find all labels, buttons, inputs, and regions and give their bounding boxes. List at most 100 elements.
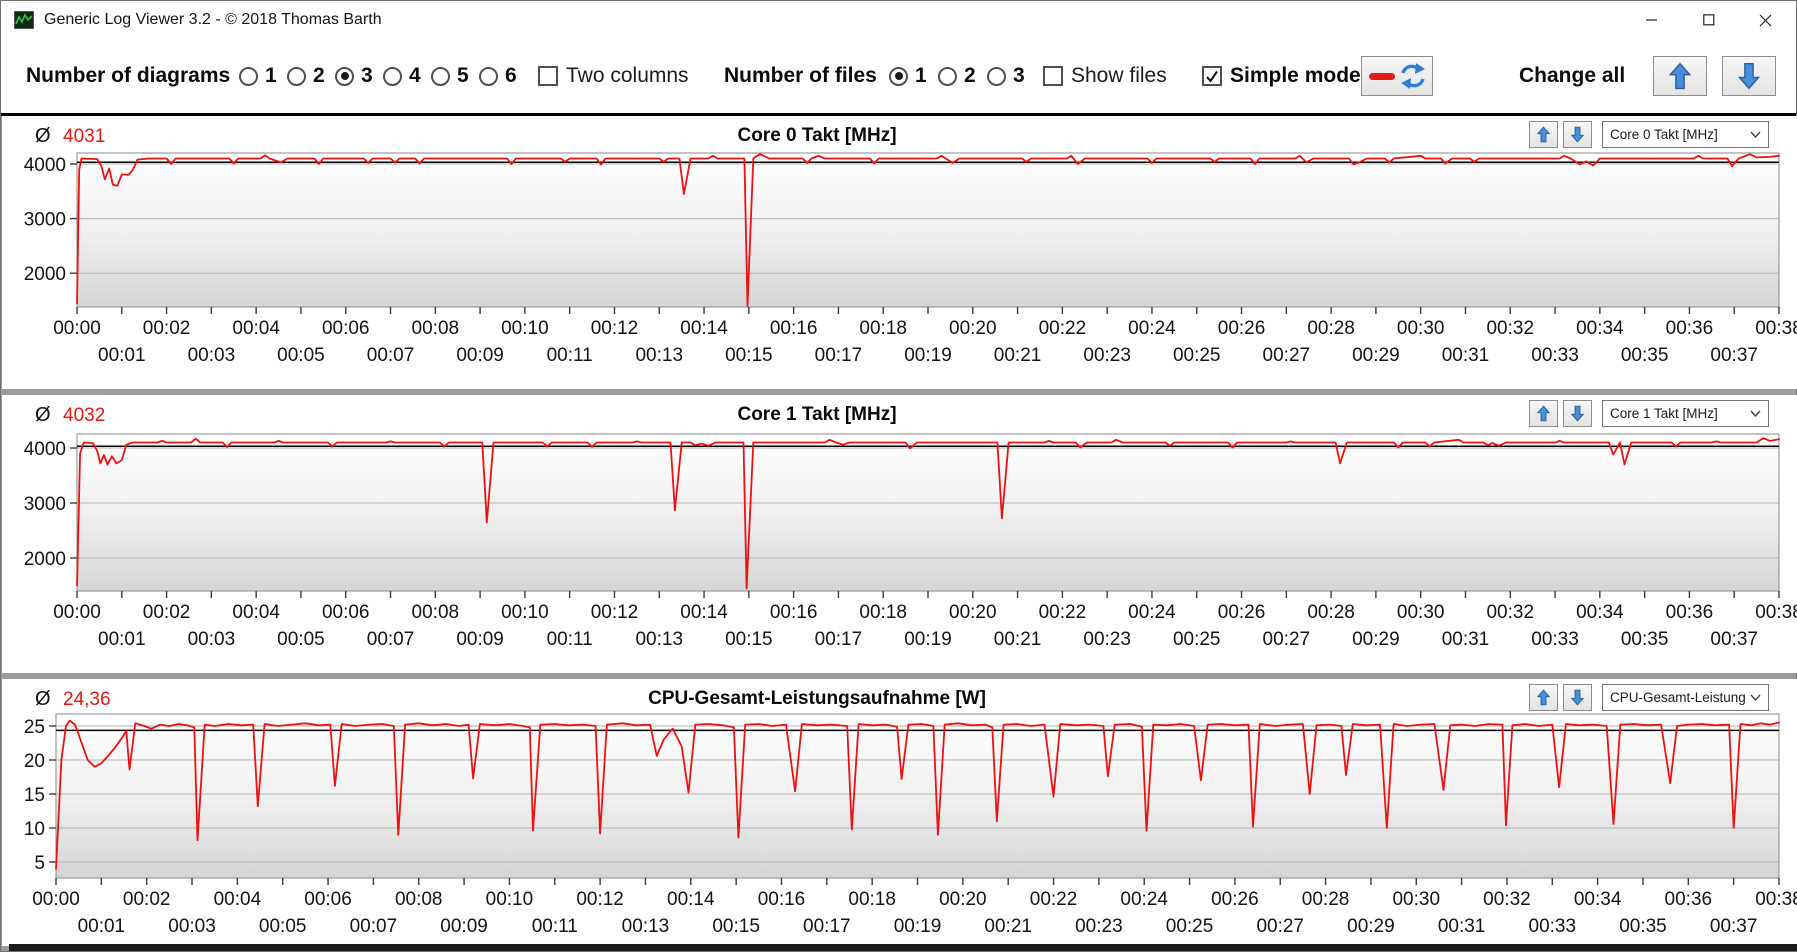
svg-text:00:27: 00:27 <box>1263 345 1311 366</box>
svg-text:00:07: 00:07 <box>367 629 415 650</box>
svg-text:00:37: 00:37 <box>1710 916 1758 937</box>
change-all-up-button[interactable] <box>1653 56 1707 96</box>
svg-text:00:31: 00:31 <box>1438 916 1486 937</box>
svg-text:00:33: 00:33 <box>1529 916 1577 937</box>
radio-diagrams-6[interactable]: 6 <box>479 39 517 113</box>
svg-text:00:02: 00:02 <box>143 318 191 339</box>
bottom-edge-bar <box>9 944 1797 951</box>
radio-icon[interactable] <box>987 66 1006 86</box>
svg-text:00:37: 00:37 <box>1710 345 1758 366</box>
two-columns-checkbox[interactable]: Two columns <box>538 39 689 113</box>
svg-text:00:03: 00:03 <box>188 629 236 650</box>
svg-text:00:21: 00:21 <box>994 629 1042 650</box>
svg-text:00:00: 00:00 <box>53 318 101 339</box>
radio-icon[interactable] <box>889 66 908 86</box>
change-all-label: Change all <box>1519 64 1626 87</box>
line-chart-core0[interactable]: 4000 3000 2000 00:00 00:01 00:02 00:03 00:04 00:… <box>2 116 1797 389</box>
svg-text:00:38: 00:38 <box>1755 889 1797 910</box>
svg-text:00:13: 00:13 <box>635 345 683 366</box>
maximize-button[interactable] <box>1680 1 1737 39</box>
files-label: Number of files <box>724 64 877 87</box>
window-controls <box>1623 1 1794 39</box>
chart-panel-core1: Ø 4032 Core 1 Takt [MHz] Core 1 Takt [MH… <box>2 395 1797 673</box>
toolbar: Number of diagrams 1 2 3 4 5 6 Two colum… <box>1 39 1796 113</box>
checkbox-icon[interactable] <box>1043 66 1063 86</box>
title-bar[interactable]: Generic Log Viewer 3.2 - © 2018 Thomas B… <box>1 1 1796 39</box>
svg-text:3000: 3000 <box>24 494 66 515</box>
radio-files-1[interactable]: 1 <box>889 39 927 113</box>
close-button[interactable] <box>1737 1 1794 39</box>
radio-diagrams-4[interactable]: 4 <box>383 39 421 113</box>
svg-text:00:23: 00:23 <box>1083 629 1131 650</box>
radio-icon[interactable] <box>239 66 258 86</box>
svg-text:00:19: 00:19 <box>904 345 952 366</box>
svg-text:00:04: 00:04 <box>232 318 280 339</box>
svg-text:00:12: 00:12 <box>591 318 639 339</box>
svg-text:00:18: 00:18 <box>859 318 907 339</box>
app-window: Generic Log Viewer 3.2 - © 2018 Thomas B… <box>0 0 1797 952</box>
svg-text:00:20: 00:20 <box>949 318 997 339</box>
svg-text:00:15: 00:15 <box>725 629 773 650</box>
radio-icon[interactable] <box>479 66 498 86</box>
svg-text:2000: 2000 <box>24 264 66 285</box>
svg-text:00:00: 00:00 <box>53 602 101 623</box>
svg-text:00:09: 00:09 <box>456 629 504 650</box>
radio-icon[interactable] <box>938 66 957 86</box>
line-chart-core1[interactable]: 4000 3000 2000 00:00 00:01 00:02 00:03 00:04 00:… <box>2 395 1797 673</box>
svg-text:00:09: 00:09 <box>440 916 488 937</box>
radio-icon[interactable] <box>431 66 450 86</box>
svg-text:00:34: 00:34 <box>1574 889 1622 910</box>
svg-text:00:01: 00:01 <box>78 916 126 937</box>
svg-text:00:15: 00:15 <box>712 916 760 937</box>
svg-text:00:33: 00:33 <box>1531 345 1579 366</box>
line-chart-power[interactable]: 25 20 15 10 5 00:00 00:01 00:02 00:03 00:04 00:05 0… <box>2 679 1797 946</box>
svg-text:00:23: 00:23 <box>1075 916 1123 937</box>
radio-icon[interactable] <box>335 66 354 86</box>
radio-icon[interactable] <box>287 66 306 86</box>
svg-text:00:10: 00:10 <box>501 318 549 339</box>
svg-text:00:24: 00:24 <box>1128 318 1176 339</box>
svg-text:00:05: 00:05 <box>277 345 325 366</box>
svg-text:00:02: 00:02 <box>123 889 171 910</box>
svg-text:00:01: 00:01 <box>98 345 146 366</box>
radio-diagrams-2[interactable]: 2 <box>287 39 325 113</box>
arrow-down-icon <box>1738 62 1760 90</box>
simple-mode-checkbox[interactable]: Simple mode <box>1202 39 1361 113</box>
show-files-checkbox[interactable]: Show files <box>1043 39 1167 113</box>
svg-text:00:06: 00:06 <box>304 889 352 910</box>
radio-files-3[interactable]: 3 <box>987 39 1025 113</box>
minimize-button[interactable] <box>1623 1 1680 39</box>
svg-text:00:28: 00:28 <box>1307 318 1355 339</box>
svg-text:00:12: 00:12 <box>576 889 624 910</box>
line-style-refresh-button[interactable] <box>1361 56 1433 96</box>
svg-text:00:32: 00:32 <box>1483 889 1531 910</box>
radio-files-2[interactable]: 2 <box>938 39 976 113</box>
svg-text:00:10: 00:10 <box>486 889 534 910</box>
svg-text:25: 25 <box>24 717 45 738</box>
svg-text:00:07: 00:07 <box>367 345 415 366</box>
svg-text:00:06: 00:06 <box>322 602 370 623</box>
svg-text:00:08: 00:08 <box>412 318 460 339</box>
svg-text:00:08: 00:08 <box>395 889 443 910</box>
svg-text:00:28: 00:28 <box>1307 602 1355 623</box>
radio-diagrams-1[interactable]: 1 <box>239 39 277 113</box>
svg-text:00:22: 00:22 <box>1039 318 1087 339</box>
svg-text:00:22: 00:22 <box>1030 889 1078 910</box>
radio-icon[interactable] <box>383 66 402 86</box>
checkbox-icon[interactable] <box>1202 66 1222 86</box>
svg-text:00:11: 00:11 <box>547 629 593 650</box>
svg-text:00:20: 00:20 <box>949 602 997 623</box>
checkbox-icon[interactable] <box>538 66 558 86</box>
svg-text:00:25: 00:25 <box>1166 916 1214 937</box>
chart-panel-core0: Ø 4031 Core 0 Takt [MHz] Core 0 Takt [MH… <box>2 116 1797 389</box>
radio-diagrams-3[interactable]: 3 <box>335 39 373 113</box>
svg-text:00:38: 00:38 <box>1755 318 1797 339</box>
change-all-down-button[interactable] <box>1722 56 1776 96</box>
svg-text:00:27: 00:27 <box>1263 629 1311 650</box>
svg-text:00:19: 00:19 <box>904 629 952 650</box>
svg-text:00:21: 00:21 <box>984 916 1032 937</box>
svg-text:15: 15 <box>24 785 45 806</box>
svg-text:00:07: 00:07 <box>350 916 398 937</box>
radio-diagrams-5[interactable]: 5 <box>431 39 469 113</box>
svg-text:00:15: 00:15 <box>725 345 773 366</box>
